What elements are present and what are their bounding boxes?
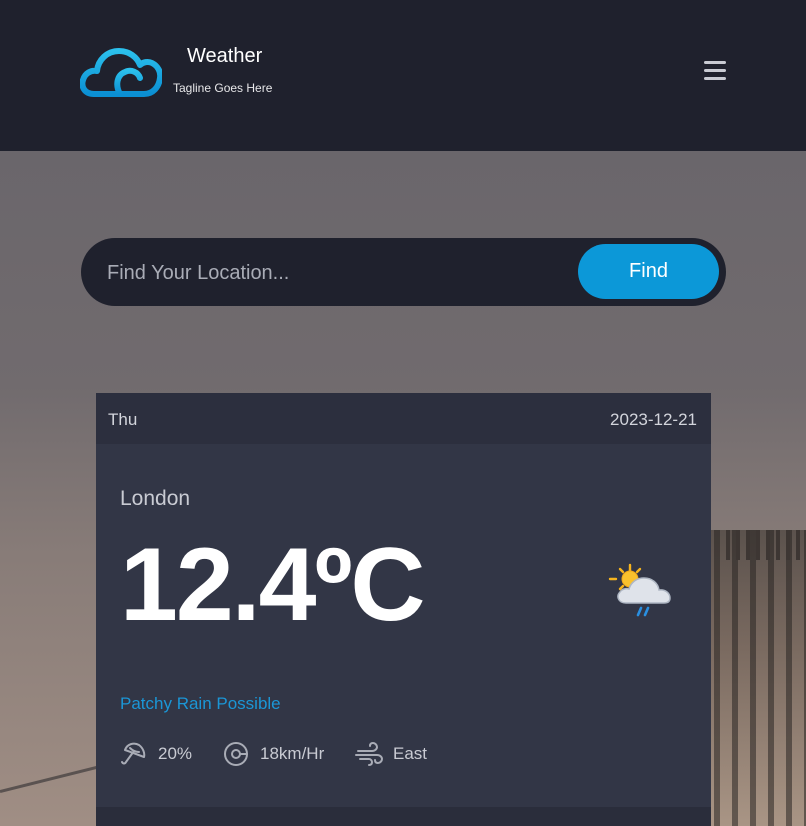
weather-page: Weather Tagline Goes Here Find Thu 2023-… xyxy=(0,0,806,826)
rain-chance-value: 20% xyxy=(158,744,193,763)
forecast-date: 2023-12-21 xyxy=(610,410,697,429)
brand-tagline: Tagline Goes Here xyxy=(173,81,273,95)
find-button[interactable]: Find xyxy=(578,244,719,299)
wind-speed-icon xyxy=(224,742,248,766)
forecast-day: Thu xyxy=(108,410,138,429)
location-name: London xyxy=(120,487,191,510)
wind-direction-stat: East xyxy=(355,740,427,768)
forecast-card: Thu 2023-12-21 London 12.4ºC Patchy Rain… xyxy=(96,393,711,826)
wind-speed-stat: 18km/Hr xyxy=(222,740,324,768)
forecast-card-header: Thu 2023-12-21 xyxy=(96,393,711,444)
weather-condition: Patchy Rain Possible xyxy=(120,694,281,713)
wind-speed-value: 18km/Hr xyxy=(260,744,325,763)
background-building xyxy=(696,530,806,826)
site-header: Weather Tagline Goes Here xyxy=(0,0,806,151)
umbrella-icon xyxy=(121,742,146,765)
wind-direction-value: East xyxy=(393,744,428,763)
forecast-card-footer xyxy=(96,807,711,826)
location-search-input[interactable] xyxy=(105,252,569,294)
cloud-icon[interactable] xyxy=(80,45,162,97)
sun-cloud-rain-icon xyxy=(608,563,671,617)
rain-chance-stat: 20% xyxy=(120,740,192,768)
hamburger-menu-icon[interactable] xyxy=(702,58,728,84)
wind-icon xyxy=(355,741,383,766)
location-search-form: Find xyxy=(81,238,726,306)
current-temperature: 12.4ºC xyxy=(120,527,426,643)
brand-title[interactable]: Weather xyxy=(187,45,262,68)
